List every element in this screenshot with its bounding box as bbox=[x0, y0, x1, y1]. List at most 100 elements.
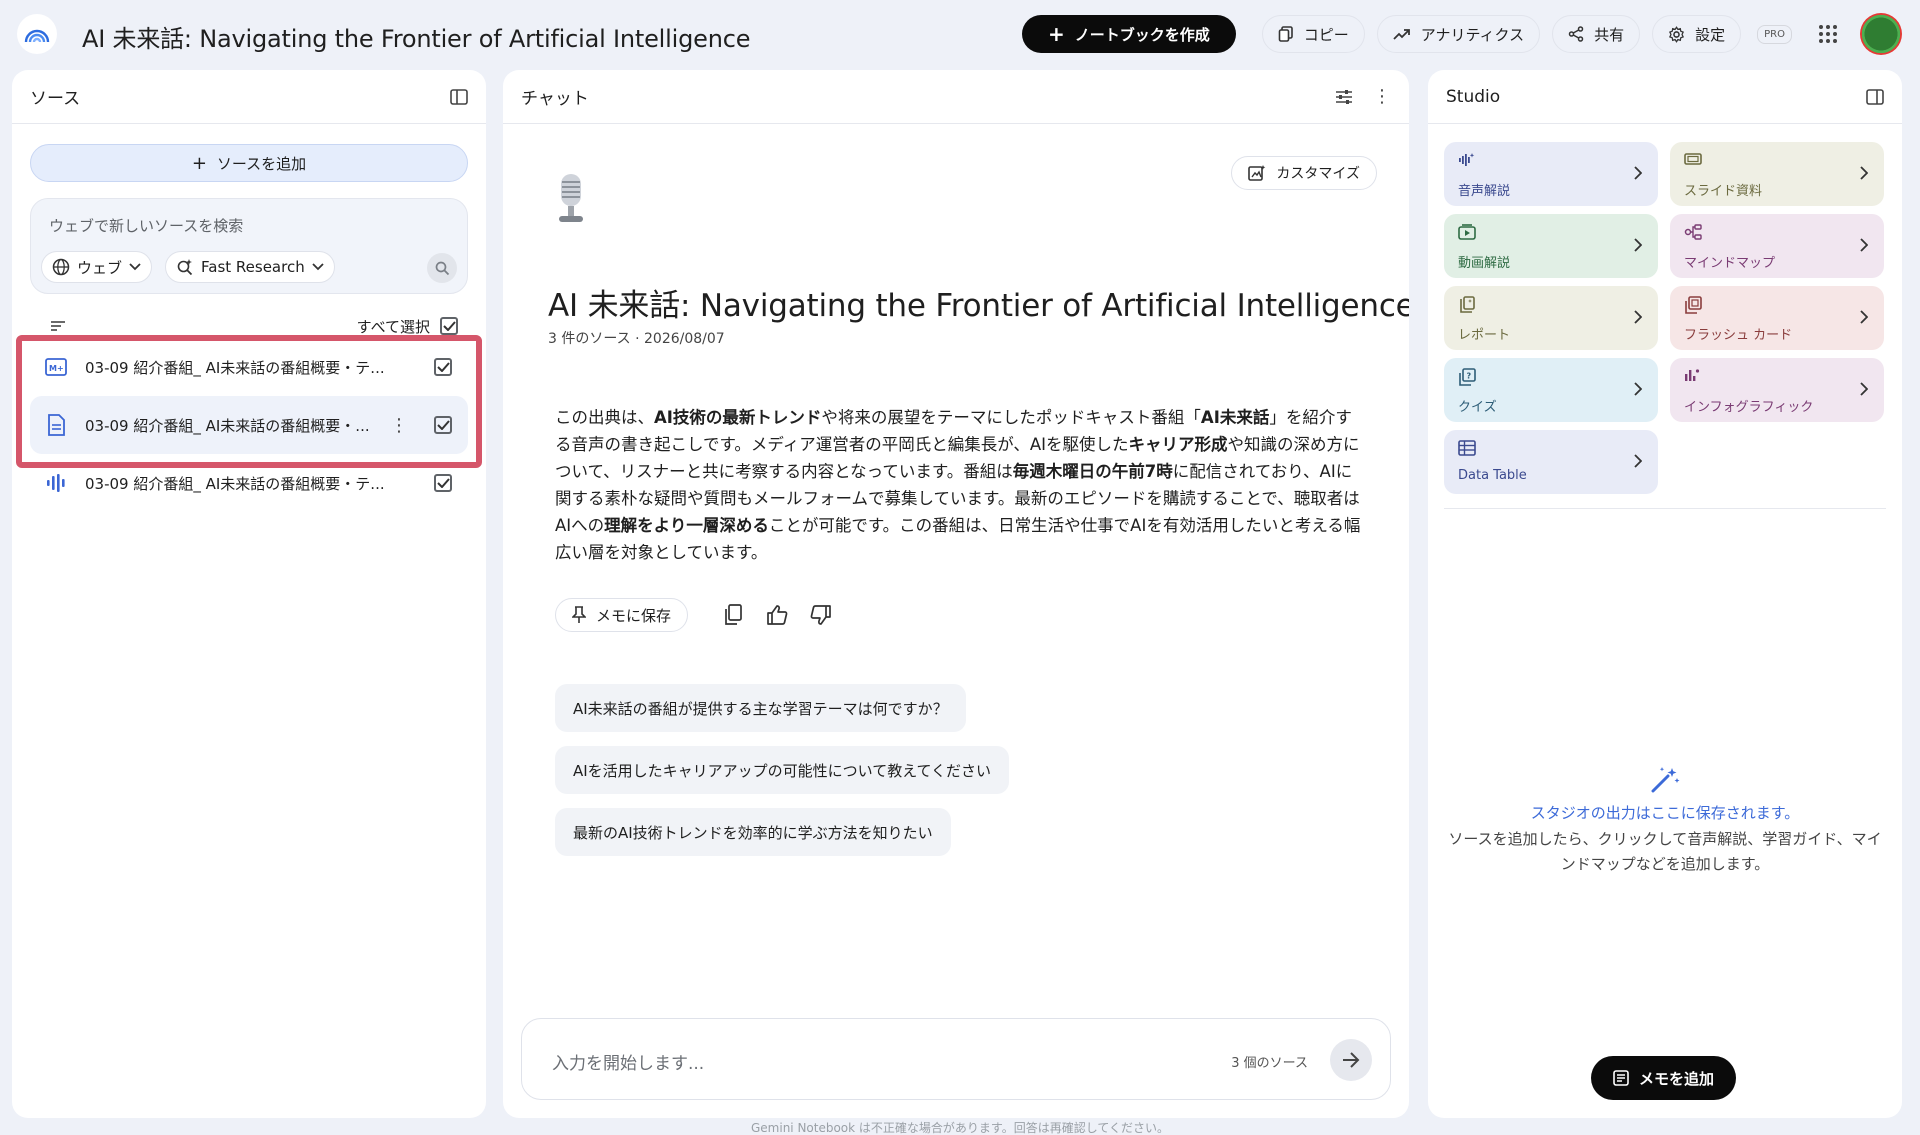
source-item[interactable]: 03-09 紹介番組_ AI未来話の番組概要・... ⋮ bbox=[30, 396, 468, 454]
add-memo-label: メモを追加 bbox=[1639, 1069, 1715, 1088]
chevron-right-icon bbox=[1634, 238, 1642, 252]
studio-tile-slides[interactable]: スライド資料 bbox=[1670, 142, 1884, 206]
chevron-right-icon bbox=[1860, 238, 1868, 252]
studio-empty-state: スタジオの出力はここに保存されます。 ソースを追加したら、クリックして音声解説、… bbox=[1428, 766, 1902, 877]
chat-input[interactable]: 入力を開始します... bbox=[552, 1049, 704, 1074]
thumbs-down-icon bbox=[810, 605, 831, 625]
sort-icon[interactable] bbox=[50, 320, 66, 332]
notebook-title[interactable]: AI 未来話: Navigating the Frontier of Artif… bbox=[82, 19, 750, 54]
top-bar: AI 未来話: Navigating the Frontier of Artif… bbox=[0, 0, 1920, 68]
sources-panel: ソース + ソースを追加 ウェブで新しいソースを検索 ウェブ Fast Rese… bbox=[12, 70, 486, 1118]
copy-button[interactable]: コピー bbox=[1261, 15, 1365, 53]
studio-tile-data-table[interactable]: Data Table bbox=[1444, 430, 1658, 494]
source-checkbox[interactable] bbox=[434, 358, 452, 376]
fast-research-chip[interactable]: Fast Research bbox=[165, 251, 335, 283]
summary-emphasis: AI未来話 bbox=[1200, 408, 1270, 427]
suggested-question[interactable]: AIを活用したキャリアアップの可能性について教えてください bbox=[555, 746, 1010, 794]
check-icon bbox=[436, 478, 450, 488]
thumbs-up-icon bbox=[767, 605, 788, 625]
svg-text:?: ? bbox=[1467, 372, 1472, 381]
source-item[interactable]: 03-09 紹介番組_ AI未来話の番組概要・テ... bbox=[30, 454, 468, 512]
magic-wand-icon bbox=[1428, 766, 1902, 794]
chevron-right-icon bbox=[1860, 382, 1868, 396]
studio-tile-quiz[interactable]: ? クイズ bbox=[1444, 358, 1658, 422]
analytics-label: アナリティクス bbox=[1420, 25, 1525, 44]
notebook-meta: 3 件のソース · 2026/08/07 bbox=[548, 331, 725, 347]
chevron-right-icon bbox=[1860, 310, 1868, 324]
account-avatar[interactable] bbox=[1860, 13, 1902, 55]
customize-icon bbox=[1248, 165, 1266, 181]
chevron-right-icon bbox=[1634, 382, 1642, 396]
settings-button[interactable]: 設定 bbox=[1652, 15, 1742, 53]
share-button[interactable]: 共有 bbox=[1552, 15, 1641, 53]
pin-icon bbox=[572, 606, 586, 623]
analytics-button[interactable]: アナリティクス bbox=[1376, 15, 1541, 53]
pro-badge: PRO bbox=[1757, 24, 1792, 44]
save-memo-label: メモに保存 bbox=[596, 606, 672, 625]
studio-tile-mindmap[interactable]: マインドマップ bbox=[1670, 214, 1884, 278]
studio-empty-title: スタジオの出力はここに保存されます。 bbox=[1530, 804, 1800, 822]
notebook-heading: AI 未来話: Navigating the Frontier of Artif… bbox=[548, 288, 1409, 324]
save-to-memo-button[interactable]: メモに保存 bbox=[555, 598, 689, 632]
thumbs-up-button[interactable] bbox=[762, 600, 792, 630]
copy-icon bbox=[725, 604, 742, 625]
source-item[interactable]: M+ 03-09 紹介番組_ AI未来話の番組概要・テ... bbox=[30, 338, 468, 396]
share-icon bbox=[1568, 26, 1584, 42]
studio-panel: Studio 音声解説 スライド資料動画解説 マインドマップレポート フラッシュ カー… bbox=[1428, 70, 1902, 1118]
chevron-right-icon bbox=[1634, 454, 1642, 468]
suggested-question[interactable]: AI未来話の番組が提供する主な学習テーマは何ですか？ bbox=[555, 684, 966, 732]
customize-button[interactable]: カスタマイズ bbox=[1231, 156, 1377, 190]
source-checkbox[interactable] bbox=[434, 474, 452, 492]
collapse-panel-icon[interactable] bbox=[450, 88, 468, 105]
studio-tile-audio-overview[interactable]: 音声解説 bbox=[1444, 142, 1658, 206]
add-source-button[interactable]: + ソースを追加 bbox=[30, 144, 468, 182]
more-vert-icon[interactable]: ⋮ bbox=[390, 415, 408, 436]
summary-emphasis: AI技術の最新トレンド bbox=[654, 408, 822, 427]
search-input[interactable]: ウェブで新しいソースを検索 bbox=[49, 215, 243, 236]
web-chip[interactable]: ウェブ bbox=[41, 251, 153, 283]
apps-grid-icon[interactable] bbox=[1808, 14, 1848, 54]
collapse-panel-icon[interactable] bbox=[1866, 88, 1884, 105]
create-notebook-button[interactable]: + ノートブックを作成 bbox=[1021, 15, 1236, 53]
add-memo-button[interactable]: メモを追加 bbox=[1591, 1056, 1737, 1100]
source-title: 03-09 紹介番組_ AI未来話の番組概要・テ... bbox=[85, 358, 385, 377]
studio-tile-video-overview[interactable]: 動画解説 bbox=[1444, 214, 1658, 278]
source-summary: この出典は、AI技術の最新トレンドや将来の展望をテーマにしたポッドキャスト番組「… bbox=[555, 404, 1365, 566]
thumbs-down-button[interactable] bbox=[806, 600, 836, 630]
quiz-icon: ? bbox=[1458, 368, 1476, 386]
studio-header: Studio bbox=[1428, 70, 1902, 124]
studio-divider bbox=[1444, 508, 1886, 509]
copy-label: コピー bbox=[1303, 25, 1349, 44]
summary-text: や将来の展望をテーマにしたポッドキャスト番組「 bbox=[821, 408, 1201, 427]
studio-tile-label: スライド資料 bbox=[1684, 184, 1763, 199]
source-checkbox[interactable] bbox=[434, 416, 452, 434]
plus-icon: + bbox=[191, 152, 207, 174]
markdown-icon: M+ bbox=[44, 355, 68, 379]
check-icon bbox=[442, 321, 456, 331]
more-vert-icon[interactable]: ⋮ bbox=[1373, 86, 1391, 107]
search-submit-button[interactable] bbox=[427, 253, 457, 283]
sources-title: ソース bbox=[30, 89, 81, 109]
chevron-right-icon bbox=[1634, 310, 1642, 324]
send-button[interactable] bbox=[1330, 1039, 1372, 1081]
arrow-right-icon bbox=[1343, 1052, 1360, 1068]
studio-tile-label: マインドマップ bbox=[1684, 256, 1776, 271]
studio-tile-flashcards[interactable]: フラッシュ カード bbox=[1670, 286, 1884, 350]
suggested-question[interactable]: 最新のAI技術トレンドを効率的に学ぶ方法を知りたい bbox=[555, 808, 951, 856]
source-title: 03-09 紹介番組_ AI未来話の番組概要・テ... bbox=[85, 474, 385, 493]
notebook-logo-icon[interactable] bbox=[17, 14, 57, 54]
response-actions: メモに保存 bbox=[555, 598, 836, 632]
copy-response-button[interactable] bbox=[718, 600, 748, 630]
infographic-icon bbox=[1684, 368, 1700, 382]
studio-tile-label: フラッシュ カード bbox=[1684, 328, 1793, 343]
fast-research-label: Fast Research bbox=[201, 258, 305, 276]
video-overview-icon bbox=[1458, 224, 1476, 240]
summary-text: この出典は、 bbox=[555, 408, 654, 427]
select-all-checkbox[interactable] bbox=[440, 317, 458, 335]
studio-tile-report[interactable]: レポート bbox=[1444, 286, 1658, 350]
summary-emphasis: 毎週木曜日の午前7時 bbox=[1012, 462, 1173, 481]
add-source-label: ソースを追加 bbox=[216, 154, 307, 173]
studio-tile-label: インフォグラフィック bbox=[1684, 400, 1814, 415]
tune-icon[interactable] bbox=[1335, 89, 1353, 105]
studio-tile-infographic[interactable]: インフォグラフィック bbox=[1670, 358, 1884, 422]
